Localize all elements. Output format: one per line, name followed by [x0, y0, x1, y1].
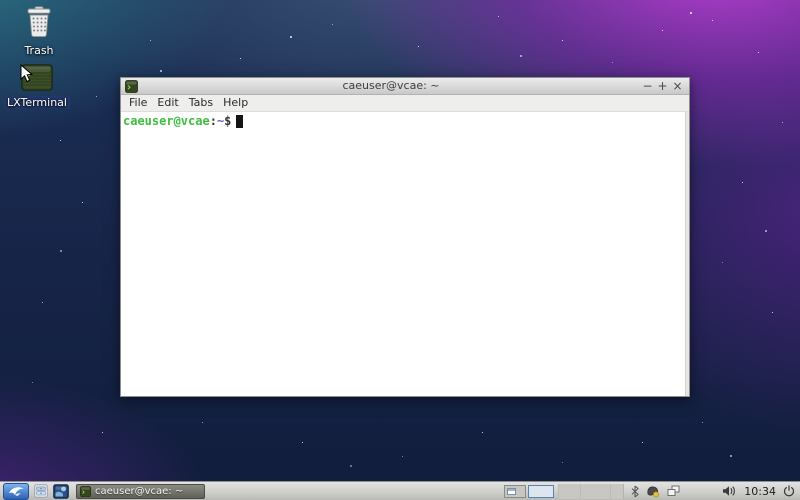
- window-titlebar[interactable]: caeuser@vcae: ~ − + ×: [121, 78, 689, 95]
- mouse-pointer-icon: [20, 64, 34, 83]
- mini-window: [507, 487, 517, 495]
- clock[interactable]: 10:34: [744, 485, 776, 498]
- terminal-content[interactable]: caeuser@vcae:~$: [121, 112, 689, 396]
- power-button[interactable]: [783, 485, 795, 497]
- maximize-button[interactable]: +: [655, 79, 670, 94]
- task-button-terminal[interactable]: caeuser@vcae: ~: [76, 483, 205, 499]
- terminal-icon-small: [80, 485, 91, 497]
- lxde-menu-icon: [9, 486, 24, 496]
- taskbar: caeuser@vcae: ~ 10:34: [0, 481, 800, 500]
- tray-device-icon: [647, 486, 660, 497]
- desktop: Trash LXTerminal caeuser@vcae: ~ − + × F…: [0, 0, 800, 500]
- menu-item-help[interactable]: Help: [218, 95, 253, 111]
- window-terminal-icon: [125, 79, 138, 93]
- desktop-icon-label: LXTerminal: [4, 96, 70, 109]
- volume-icon: [723, 486, 736, 496]
- tray-spacer: [610, 483, 625, 499]
- workspace-pager: [504, 484, 555, 498]
- menu-item-tabs[interactable]: Tabs: [184, 95, 218, 111]
- workspace-1[interactable]: [504, 484, 527, 498]
- clipboard-manager-item[interactable]: [667, 485, 680, 497]
- scrollbar-track[interactable]: [685, 112, 689, 396]
- workspace-2[interactable]: [528, 484, 555, 498]
- prompt-dollar: $: [224, 114, 232, 128]
- file-manager-launcher[interactable]: [34, 484, 48, 498]
- tray-spacer: [558, 483, 581, 499]
- tray-spacer: [580, 483, 611, 499]
- window-title: caeuser@vcae: ~: [342, 79, 440, 92]
- star-field: [0, 0, 2, 2]
- terminal-prompt: caeuser@vcae:~$: [121, 112, 689, 128]
- show-desktop-button[interactable]: [53, 483, 69, 499]
- window-menubar: File Edit Tabs Help: [121, 95, 689, 112]
- show-desktop-icon: [53, 483, 69, 499]
- desktop-icon-lxterminal[interactable]: LXTerminal: [4, 64, 70, 110]
- file-manager-icon: [34, 484, 48, 498]
- terminal-cursor: [236, 115, 244, 128]
- desktop-icon-trash[interactable]: Trash: [6, 6, 72, 58]
- bluetooth-tray-item[interactable]: [631, 485, 639, 498]
- cascading-windows-icon: [667, 485, 680, 496]
- menu-item-file[interactable]: File: [124, 95, 152, 111]
- prompt-user-host: caeuser@vcae: [123, 114, 210, 128]
- trash-icon: [27, 6, 51, 38]
- desktop-icon-label: Trash: [24, 44, 54, 57]
- close-button[interactable]: ×: [670, 79, 685, 94]
- task-button-label: caeuser@vcae: ~: [95, 485, 184, 497]
- prompt-colon: :: [209, 114, 217, 128]
- minimize-button[interactable]: −: [640, 79, 655, 94]
- system-tray: 10:34: [504, 483, 797, 499]
- bluetooth-icon: [631, 485, 639, 497]
- tray-device-item[interactable]: [646, 485, 660, 498]
- menu-item-edit[interactable]: Edit: [152, 95, 183, 111]
- terminal-window: caeuser@vcae: ~ − + × File Edit Tabs Hel…: [120, 77, 690, 397]
- volume-tray-item[interactable]: [722, 485, 736, 497]
- power-icon: [783, 485, 795, 497]
- start-menu-button[interactable]: [3, 482, 29, 500]
